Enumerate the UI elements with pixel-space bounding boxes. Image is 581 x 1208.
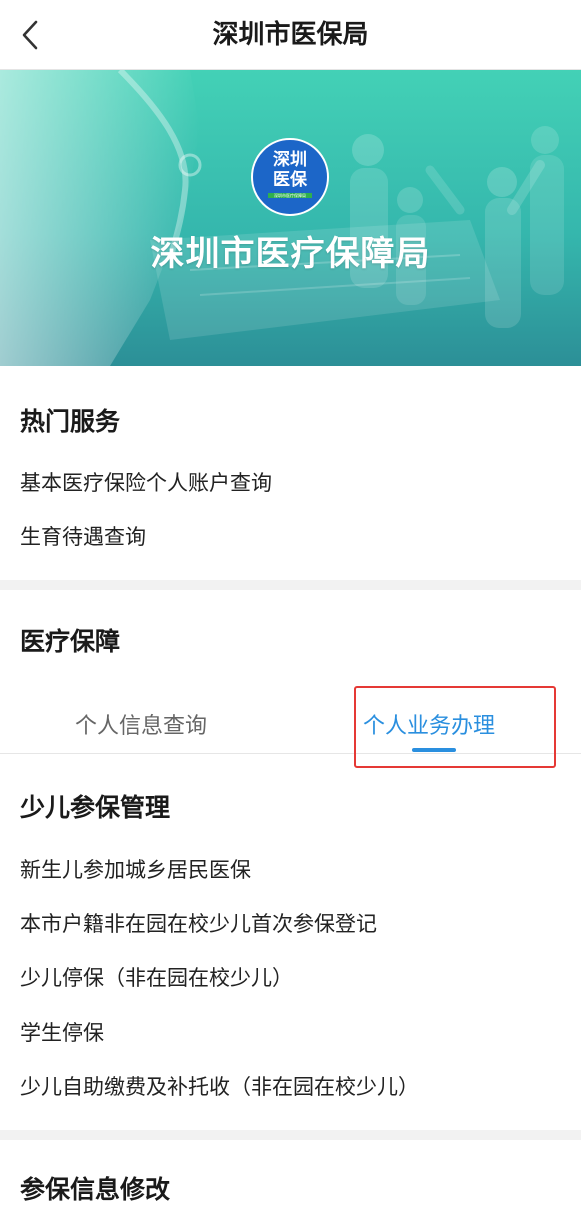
banner-background-image [0,70,581,366]
hot-service-item[interactable]: 生育待遇查询 [20,521,146,551]
hot-services-section: 热门服务 基本医疗保险个人账户查询 生育待遇查询 [0,366,581,580]
group-title: 少儿参保管理 [20,793,171,822]
nav-bar: 深圳市医保局 [0,0,581,70]
list-item[interactable]: 本市户籍非在园在校少儿首次参保登记 [20,908,377,938]
tab-personal-info[interactable]: 个人信息查询 [75,708,207,740]
back-button[interactable] [8,11,52,59]
banner: 深圳 医保 深圳市医疗保障局 深圳市医疗保障局 [0,70,581,366]
chevron-left-icon [22,20,38,50]
medical-section: 医疗保障 个人信息查询 个人业务办理 少儿参保管理 新生儿参加城乡居民医保 本市… [0,590,581,1130]
list-item[interactable]: 新生儿参加城乡居民医保 [20,854,251,884]
list-item[interactable]: 少儿自助缴费及补托收（非在园在校少儿） [20,1071,419,1101]
insurance-edit-section: 参保信息修改 [0,1140,581,1208]
hot-services-title: 热门服务 [20,407,121,436]
logo: 深圳 医保 深圳市医疗保障局 [251,138,329,216]
logo-text-line2: 医保 [273,170,307,190]
list-item[interactable]: 少儿停保（非在园在校少儿） [20,962,293,992]
hot-service-item[interactable]: 基本医疗保险个人账户查询 [20,467,272,497]
banner-title: 深圳市医疗保障局 [150,234,431,274]
highlight-box [354,686,556,768]
list-item[interactable]: 学生停保 [20,1017,104,1047]
insurance-edit-title: 参保信息修改 [20,1175,171,1204]
logo-text-line1: 深圳 [273,150,307,170]
logo-subtitle: 深圳市医疗保障局 [268,193,312,198]
page-title: 深圳市医保局 [212,20,369,50]
medical-section-title: 医疗保障 [20,627,121,656]
